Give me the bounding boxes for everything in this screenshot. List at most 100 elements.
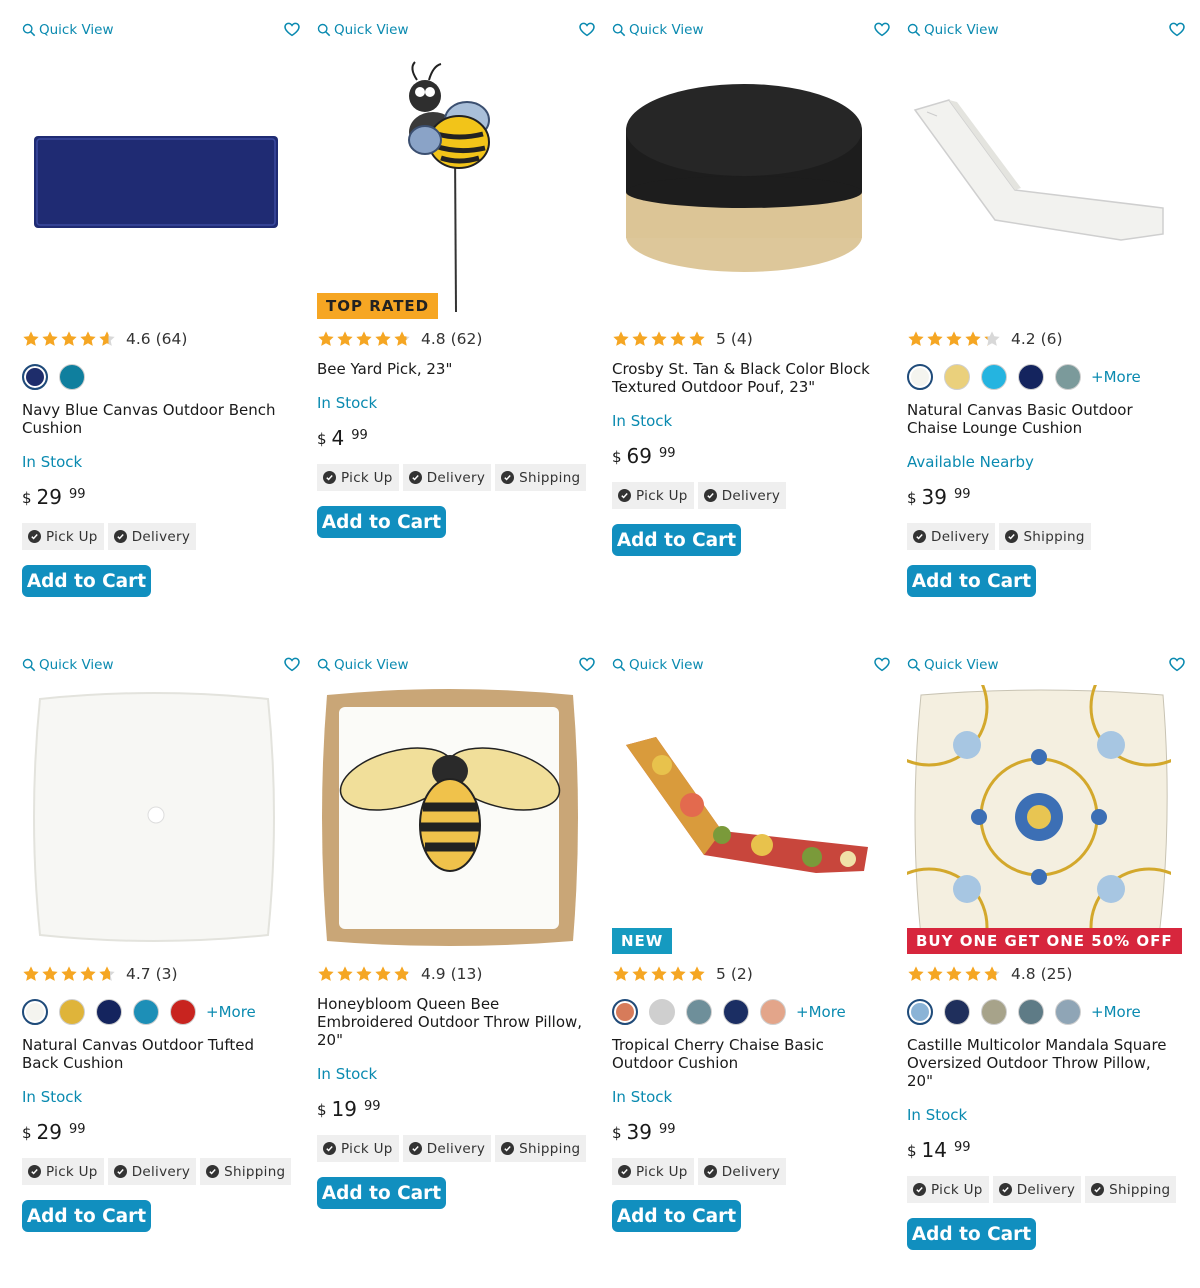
product-image[interactable] [907,50,1171,316]
color-swatch[interactable] [907,999,933,1025]
color-swatch[interactable] [96,999,122,1025]
quick-view-button[interactable]: Quick View [22,22,114,38]
heart-icon[interactable] [578,20,596,38]
check-icon [323,471,336,484]
product-image[interactable] [317,685,581,951]
color-swatch[interactable] [22,364,48,390]
fulfillment-chip: Delivery [697,482,787,509]
add-to-cart-button[interactable]: Add to Cart [907,565,1036,597]
check-icon [913,530,926,543]
color-swatch[interactable] [1018,999,1044,1025]
heart-icon[interactable] [1168,655,1186,673]
fulfillment-label: Delivery [1016,1181,1076,1198]
product-name[interactable]: Bee Yard Pick, 23" [317,360,587,378]
review-count: (62) [450,330,483,348]
star-icon [80,331,96,346]
fulfillment-label: Pick Up [46,1163,98,1180]
product-image[interactable] [907,685,1171,951]
product-image[interactable] [22,685,286,951]
product-image[interactable] [612,50,876,316]
product-name[interactable]: Tropical Cherry Chaise Basic Outdoor Cus… [612,1036,882,1072]
product-name[interactable]: Navy Blue Canvas Outdoor Bench Cushion [22,401,292,437]
add-to-cart-button[interactable]: Add to Cart [612,524,741,556]
quick-view-label: Quick View [39,657,114,673]
color-swatch[interactable] [760,999,786,1025]
product-card: Quick View NEW 5 (2) +More Tropical Cher… [612,635,892,1255]
product-rating: 4.8 (25) [907,963,1177,985]
color-swatch[interactable] [170,999,196,1025]
product-name[interactable]: Honeybloom Queen Bee Embroidered Outdoor… [317,995,587,1049]
color-swatch[interactable] [981,364,1007,390]
star-icon [394,331,410,346]
star-icon [61,966,77,981]
review-count: (3) [155,965,178,983]
price-dollars: 29 [36,1120,62,1144]
currency-symbol: $ [907,489,917,507]
product-rating: 4.8 (62) [317,328,587,350]
rating-stars [317,330,411,348]
add-to-cart-button[interactable]: Add to Cart [22,565,151,597]
check-icon [618,489,631,502]
color-swatch[interactable] [59,364,85,390]
add-to-cart-button[interactable]: Add to Cart [907,1218,1036,1250]
currency-symbol: $ [22,489,32,507]
product-name[interactable]: Natural Canvas Outdoor Tufted Back Cushi… [22,1036,292,1072]
fulfillment-chip: Delivery [402,1135,492,1162]
color-swatches: +More [907,998,1177,1026]
price-cents: 99 [954,1140,971,1155]
product-image[interactable] [22,50,286,316]
product-image[interactable] [317,50,581,316]
color-swatch[interactable] [59,999,85,1025]
star-icon [318,966,334,981]
more-colors-link[interactable]: +More [1091,1003,1141,1021]
quick-view-button[interactable]: Quick View [907,657,999,673]
product-card: Quick View TOP RATED 4.8 (62) Bee Yard P… [317,0,597,620]
heart-icon[interactable] [873,20,891,38]
quick-view-button[interactable]: Quick View [317,657,409,673]
color-swatch[interactable] [723,999,749,1025]
quick-view-button[interactable]: Quick View [612,22,704,38]
color-swatch[interactable] [944,999,970,1025]
star-icon [965,966,981,981]
heart-icon[interactable] [283,20,301,38]
fulfillment-chip: Delivery [697,1158,787,1185]
heart-icon[interactable] [578,655,596,673]
price-cents: 99 [659,446,676,461]
rating-value: 4.8 [1011,965,1036,983]
color-swatch[interactable] [22,999,48,1025]
product-name[interactable]: Natural Canvas Basic Outdoor Chaise Loun… [907,401,1177,437]
add-to-cart-button[interactable]: Add to Cart [22,1200,151,1232]
product-image[interactable] [612,685,876,951]
fulfillment-label: Delivery [426,469,486,486]
color-swatch[interactable] [944,364,970,390]
color-swatch[interactable] [981,999,1007,1025]
product-name[interactable]: Castille Multicolor Mandala Square Overs… [907,1036,1177,1090]
heart-icon[interactable] [873,655,891,673]
quick-view-button[interactable]: Quick View [907,22,999,38]
color-swatch[interactable] [1055,364,1081,390]
quick-view-button[interactable]: Quick View [22,657,114,673]
color-swatch[interactable] [133,999,159,1025]
more-colors-link[interactable]: +More [206,1003,256,1021]
color-swatch[interactable] [1055,999,1081,1025]
star-icon [689,331,705,346]
color-swatch[interactable] [686,999,712,1025]
color-swatch[interactable] [612,999,638,1025]
color-swatch[interactable] [907,364,933,390]
fulfillment-label: Pick Up [46,528,98,545]
add-to-cart-button[interactable]: Add to Cart [317,1177,446,1209]
product-price: $ 29 99 [22,1120,292,1144]
color-swatch[interactable] [649,999,675,1025]
heart-icon[interactable] [283,655,301,673]
quick-view-label: Quick View [629,22,704,38]
currency-symbol: $ [22,1124,32,1142]
add-to-cart-button[interactable]: Add to Cart [612,1200,741,1232]
heart-icon[interactable] [1168,20,1186,38]
color-swatch[interactable] [1018,364,1044,390]
add-to-cart-button[interactable]: Add to Cart [317,506,446,538]
more-colors-link[interactable]: +More [1091,368,1141,386]
quick-view-button[interactable]: Quick View [317,22,409,38]
more-colors-link[interactable]: +More [796,1003,846,1021]
quick-view-button[interactable]: Quick View [612,657,704,673]
product-name[interactable]: Crosby St. Tan & Black Color Block Textu… [612,360,882,396]
